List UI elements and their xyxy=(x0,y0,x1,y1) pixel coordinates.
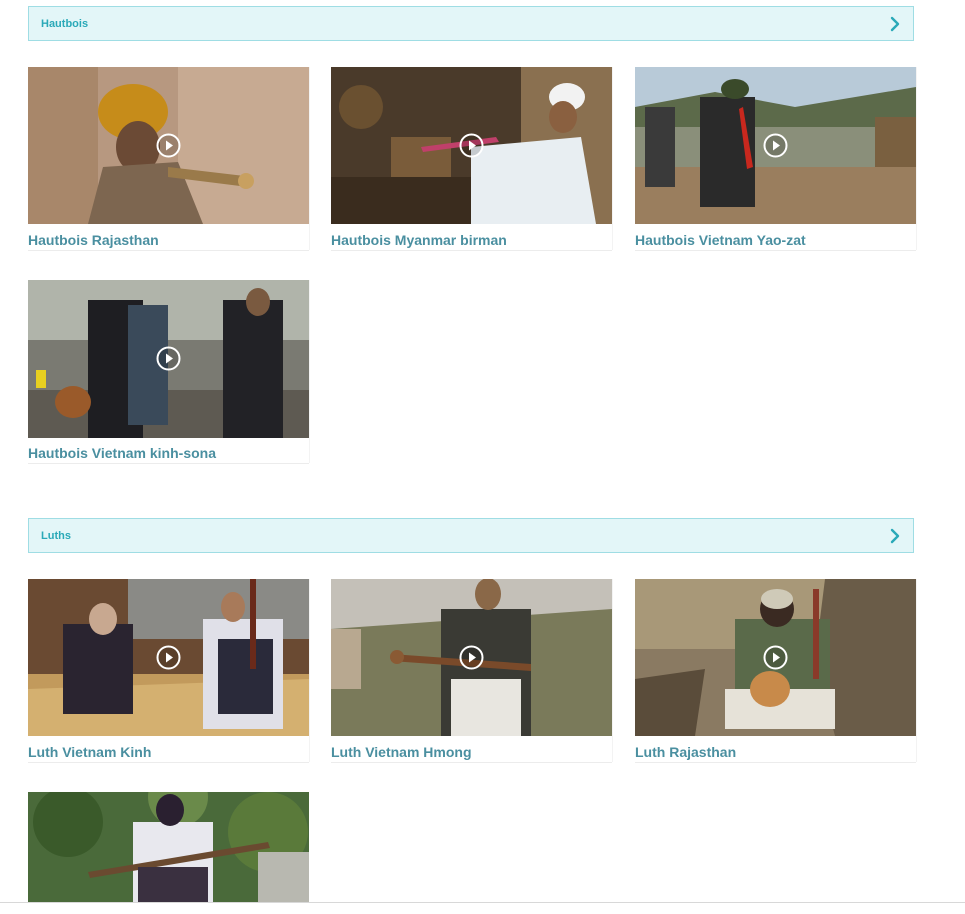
video-card[interactable]: Hautbois Myanmar birman xyxy=(331,67,612,250)
video-title[interactable]: Luth Vietnam Hmong xyxy=(331,744,472,760)
chevron-right-icon[interactable] xyxy=(887,15,903,33)
page-footer-space xyxy=(0,903,965,914)
video-title[interactable]: Hautbois Rajasthan xyxy=(28,232,159,248)
video-title[interactable]: Hautbois Vietnam kinh-sona xyxy=(28,445,216,461)
play-circle-icon[interactable] xyxy=(156,645,181,670)
video-thumbnail[interactable] xyxy=(331,67,612,224)
play-circle-icon[interactable] xyxy=(763,133,788,158)
video-thumbnail[interactable] xyxy=(635,67,916,224)
video-card[interactable]: Hautbois Vietnam Yao-zat xyxy=(635,67,916,250)
section-header-hautbois[interactable]: Hautbois xyxy=(28,6,914,41)
chevron-right-icon[interactable] xyxy=(887,527,903,545)
play-circle-icon[interactable] xyxy=(156,346,181,371)
video-title[interactable]: Hautbois Myanmar birman xyxy=(331,232,507,248)
video-card[interactable]: Hautbois Vietnam kinh-sona xyxy=(28,280,309,463)
play-circle-icon[interactable] xyxy=(459,133,484,158)
video-thumbnail[interactable] xyxy=(331,579,612,736)
video-title[interactable]: Luth Vietnam Kinh xyxy=(28,744,151,760)
video-thumbnail[interactable] xyxy=(28,579,309,736)
video-thumbnail[interactable] xyxy=(28,280,309,438)
section-title: Luths xyxy=(41,530,71,542)
video-title[interactable]: Hautbois Vietnam Yao-zat xyxy=(635,232,806,248)
section-header-luths[interactable]: Luths xyxy=(28,518,914,553)
video-title[interactable]: Luth Rajasthan xyxy=(635,744,736,760)
video-thumbnail[interactable] xyxy=(28,67,309,224)
play-circle-icon[interactable] xyxy=(459,645,484,670)
video-card[interactable]: Hautbois Rajasthan xyxy=(28,67,309,250)
video-card[interactable]: Luth Rajasthan xyxy=(635,579,916,762)
video-card[interactable]: Luth Vietnam Hmong xyxy=(331,579,612,762)
play-circle-icon[interactable] xyxy=(763,645,788,670)
play-circle-icon[interactable] xyxy=(156,133,181,158)
video-card[interactable] xyxy=(28,792,309,902)
video-card[interactable]: Luth Vietnam Kinh xyxy=(28,579,309,762)
video-thumbnail[interactable] xyxy=(28,792,309,902)
video-thumbnail[interactable] xyxy=(635,579,916,736)
section-title: Hautbois xyxy=(41,18,89,30)
